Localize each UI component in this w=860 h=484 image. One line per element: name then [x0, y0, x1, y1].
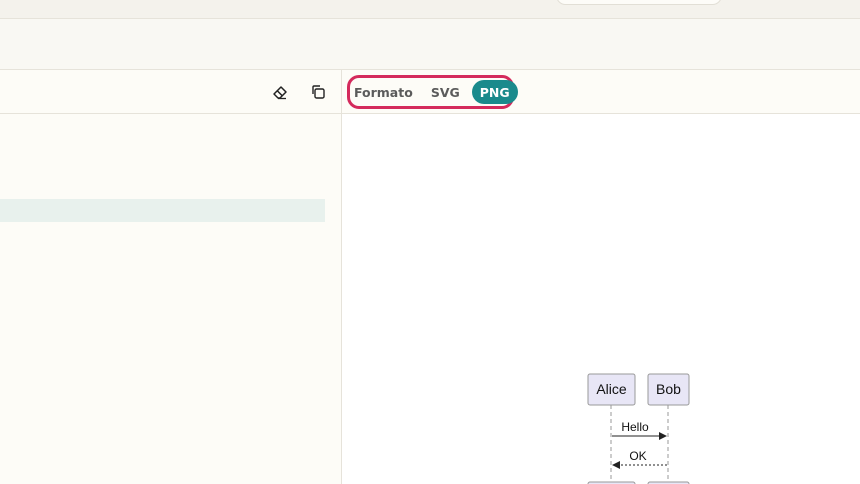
clear-button[interactable]	[270, 82, 290, 102]
message-label-ok: OK	[629, 449, 646, 463]
top-search-pill[interactable]	[556, 0, 722, 5]
active-line-highlight	[0, 199, 325, 222]
copy-icon	[312, 85, 325, 99]
format-selector: Formato SVG PNG	[347, 75, 518, 109]
sub-header	[0, 19, 860, 70]
participant-label-alice: Alice	[596, 381, 627, 397]
eraser-icon	[273, 86, 287, 100]
editor-toolbar	[0, 70, 341, 114]
diagram-preview: Alice Bob Hello OK	[342, 114, 860, 484]
code-editor[interactable]	[0, 114, 341, 484]
preview-toolbar: Formato SVG PNG	[342, 70, 860, 114]
participant-label-bob: Bob	[656, 381, 681, 397]
top-bar	[0, 0, 860, 19]
copy-button[interactable]	[308, 82, 328, 102]
message-label-hello: Hello	[621, 420, 649, 434]
format-option-svg[interactable]: SVG	[423, 80, 468, 104]
format-option-png[interactable]: PNG	[471, 80, 518, 104]
format-label: Formato	[354, 84, 413, 100]
sequence-diagram: Alice Bob Hello OK	[587, 373, 690, 484]
